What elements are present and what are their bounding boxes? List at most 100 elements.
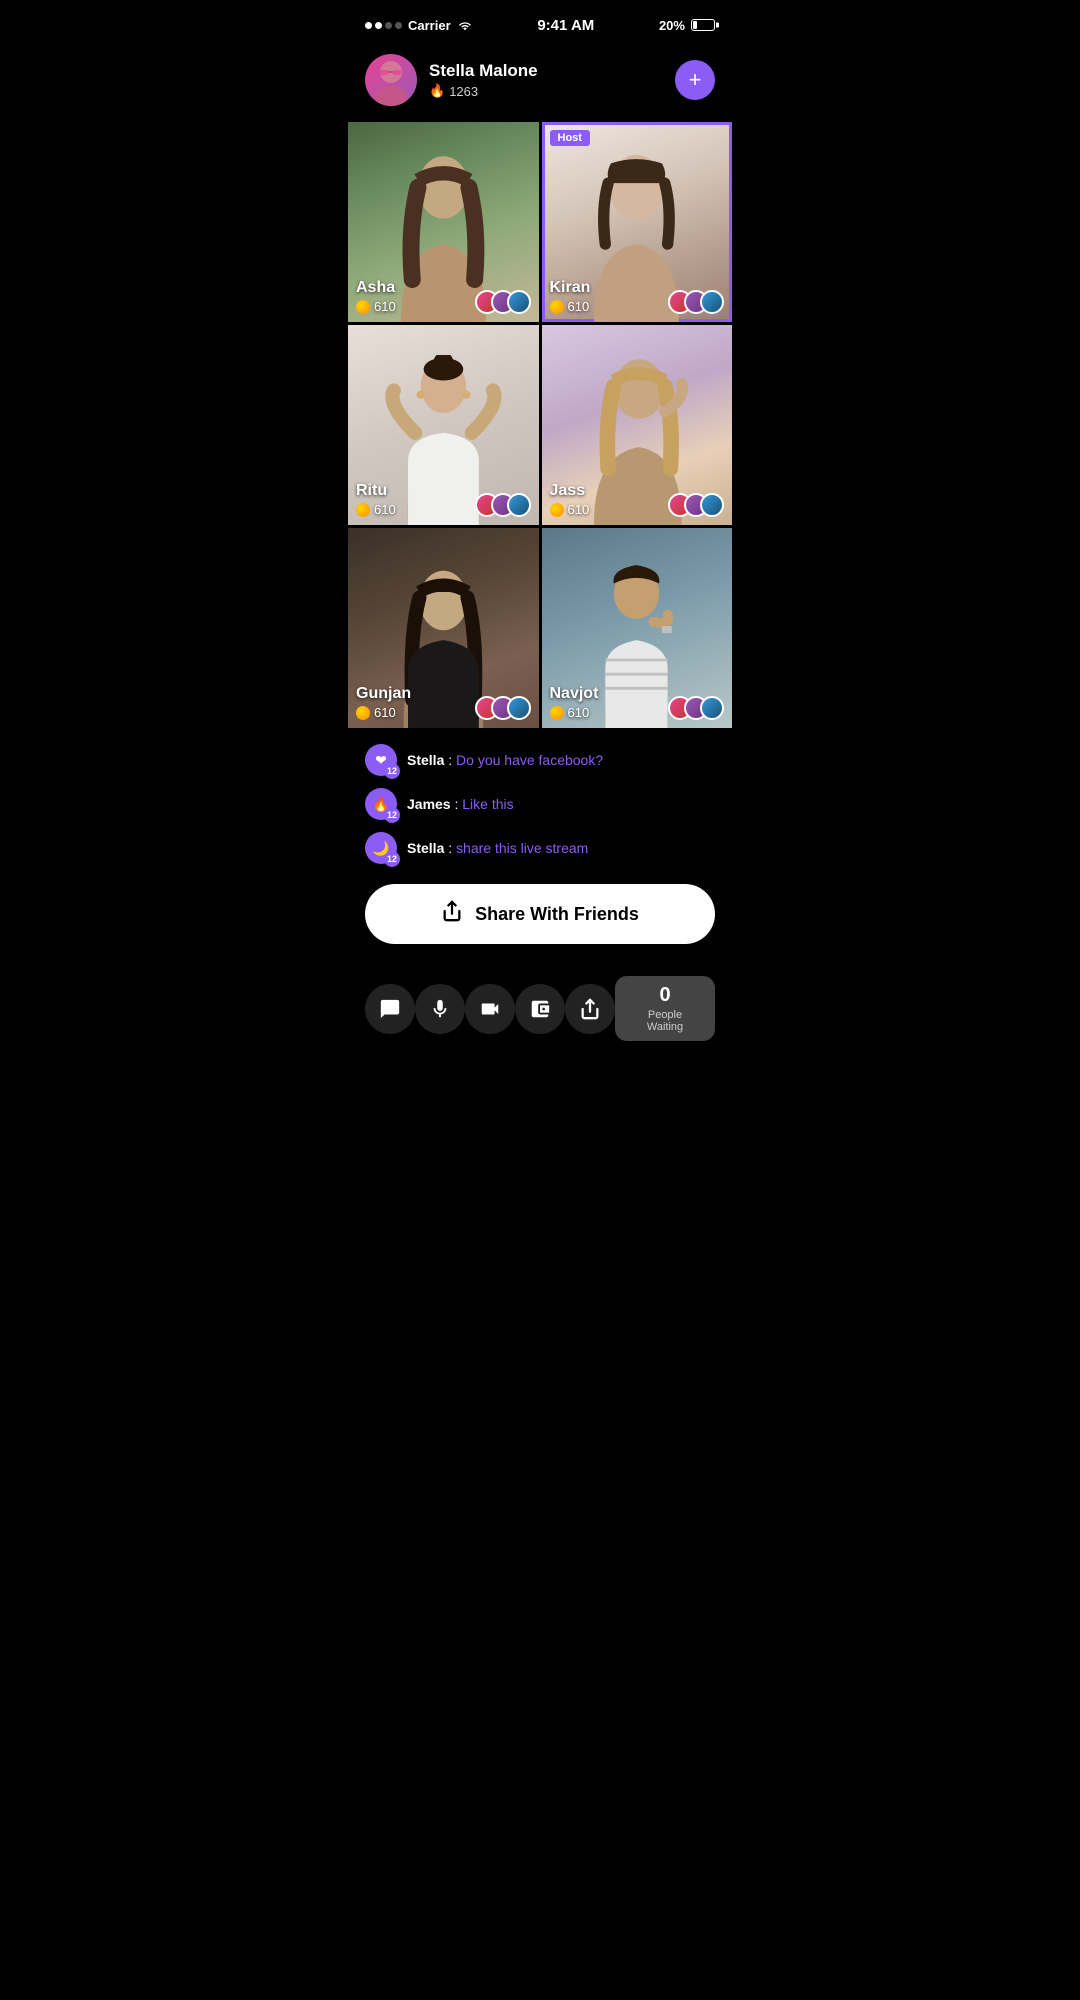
chat-message-2: 🔥 12 James : Like this [365, 788, 715, 820]
battery-fill [693, 21, 697, 29]
share-bottom-button[interactable] [565, 984, 615, 1034]
cell-name-kiran: Kiran [550, 279, 591, 297]
signal-dot-1 [365, 22, 372, 29]
signal-dot-4 [395, 22, 402, 29]
cell-coins-gunjan: 610 [356, 705, 411, 720]
video-grid: Asha 610 Host [345, 122, 735, 728]
wallet-button[interactable] [515, 984, 565, 1034]
chat-message-1: ❤ 12 Stella : Do you have facebook? [365, 744, 715, 776]
video-cell-kiran[interactable]: Host Kiran 610 [542, 122, 733, 322]
coin-value: 610 [568, 299, 590, 314]
cell-left-gunjan: Gunjan 610 [356, 685, 411, 720]
profile-header: Stella Malone 🔥 1263 + [345, 44, 735, 122]
chat-username-3: Stella [407, 840, 444, 856]
cell-left-asha: Asha 610 [356, 279, 396, 314]
chat-text-2: James : Like this [407, 796, 514, 812]
signal-dot-3 [385, 22, 392, 29]
signal-dots [365, 22, 402, 29]
share-icon [441, 900, 463, 928]
chat-button[interactable] [365, 984, 415, 1034]
coin-value: 610 [568, 705, 590, 720]
chat-separator-1: : [444, 752, 456, 768]
avatar[interactable] [365, 54, 417, 106]
chat-avatar-wrap-2: 🔥 12 [365, 788, 397, 820]
chat-section: ❤ 12 Stella : Do you have facebook? 🔥 12… [345, 728, 735, 876]
profile-score: 🔥 1263 [429, 83, 663, 99]
battery-icon [691, 19, 715, 31]
cell-coins-ritu: 610 [356, 502, 396, 517]
coin-value: 610 [568, 502, 590, 517]
coin-icon [550, 503, 564, 517]
cell-left-ritu: Ritu 610 [356, 482, 396, 517]
video-cell-gunjan[interactable]: Gunjan 610 [348, 528, 539, 728]
chat-username-1: Stella [407, 752, 444, 768]
cell-avatar-3 [507, 696, 531, 720]
share-section: Share With Friends [345, 876, 735, 964]
cell-left-kiran: Kiran 610 [550, 279, 591, 314]
status-bar: Carrier 9:41 AM 20% [345, 0, 735, 44]
people-waiting-box: 0 People Waiting [615, 976, 715, 1041]
cell-name-gunjan: Gunjan [356, 685, 411, 703]
status-time: 9:41 AM [537, 17, 594, 34]
coin-icon [356, 300, 370, 314]
coin-icon [550, 300, 564, 314]
cell-info-navjot: Navjot 610 [550, 685, 725, 720]
coin-icon [550, 706, 564, 720]
video-cell-jass[interactable]: Jass 610 [542, 325, 733, 525]
cell-avatars-navjot [668, 696, 724, 720]
video-button[interactable] [465, 984, 515, 1034]
cell-info-kiran: Kiran 610 [550, 279, 725, 314]
coin-value: 610 [374, 502, 396, 517]
chat-badge-2: 12 [384, 807, 400, 823]
mic-button[interactable] [415, 984, 465, 1034]
chat-avatar-wrap-3: 🌙 12 [365, 832, 397, 864]
wifi-icon [457, 19, 473, 31]
cell-left-navjot: Navjot 610 [550, 685, 599, 720]
cell-name-ritu: Ritu [356, 482, 396, 500]
coin-icon [356, 706, 370, 720]
coin-value: 610 [374, 299, 396, 314]
cell-name-jass: Jass [550, 482, 590, 500]
chat-message-content-2: Like this [462, 796, 513, 812]
chat-badge-1: 12 [384, 763, 400, 779]
chat-text-1: Stella : Do you have facebook? [407, 752, 603, 768]
status-left: Carrier [365, 18, 473, 33]
chat-badge-3: 12 [384, 851, 400, 867]
cell-coins-asha: 610 [356, 299, 396, 314]
carrier-label: Carrier [408, 18, 451, 33]
cell-avatars-jass [668, 493, 724, 517]
cell-name-navjot: Navjot [550, 685, 599, 703]
host-badge: Host [550, 130, 590, 146]
chat-avatar-wrap-1: ❤ 12 [365, 744, 397, 776]
video-cell-asha[interactable]: Asha 610 [348, 122, 539, 322]
chat-separator-2: : [451, 796, 463, 812]
flame-icon: 🔥 [429, 83, 445, 99]
people-waiting-label: People Waiting [631, 1009, 699, 1033]
chat-message-content-3: share this live stream [456, 840, 588, 856]
bottom-bar: 0 People Waiting [345, 964, 735, 1065]
cell-left-jass: Jass 610 [550, 482, 590, 517]
profile-score-value: 1263 [449, 84, 478, 99]
cell-coins-kiran: 610 [550, 299, 591, 314]
chat-separator-3: : [444, 840, 456, 856]
cell-avatar-3 [700, 696, 724, 720]
battery-percent: 20% [659, 18, 685, 33]
chat-message-content-1: Do you have facebook? [456, 752, 603, 768]
chat-username-2: James [407, 796, 451, 812]
share-with-friends-button[interactable]: Share With Friends [365, 884, 715, 944]
chat-text-3: Stella : share this live stream [407, 840, 588, 856]
profile-name: Stella Malone [429, 61, 663, 81]
cell-name-asha: Asha [356, 279, 396, 297]
cell-info-gunjan: Gunjan 610 [356, 685, 531, 720]
cell-avatar-3 [507, 493, 531, 517]
battery-indicator [691, 19, 715, 31]
video-cell-ritu[interactable]: Ritu 610 [348, 325, 539, 525]
share-button-label: Share With Friends [475, 904, 639, 925]
cell-avatars-gunjan [475, 696, 531, 720]
video-cell-navjot[interactable]: Navjot 610 [542, 528, 733, 728]
cell-avatars-ritu [475, 493, 531, 517]
people-waiting-count: 0 [631, 984, 699, 1007]
add-button[interactable]: + [675, 60, 715, 100]
cell-avatar-3 [700, 290, 724, 314]
chat-message-3: 🌙 12 Stella : share this live stream [365, 832, 715, 864]
